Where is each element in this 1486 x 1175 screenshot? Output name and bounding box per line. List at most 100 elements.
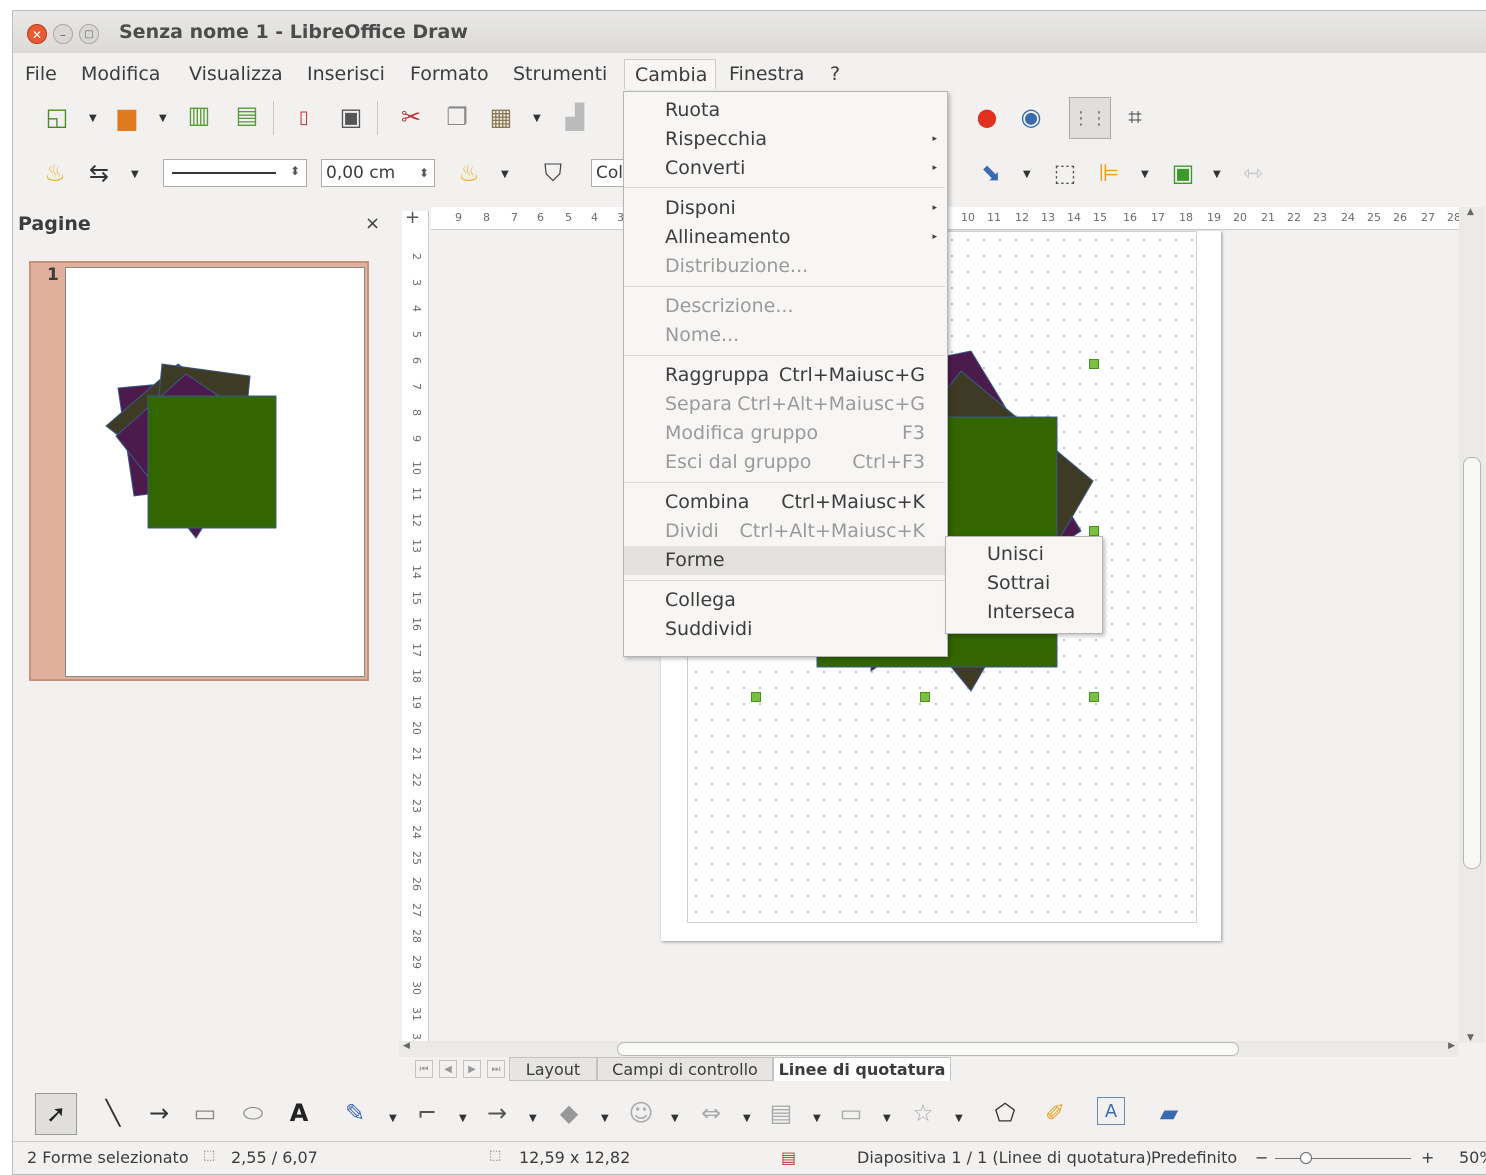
scroll-up-icon[interactable]: ▲ — [1467, 207, 1474, 217]
arrow-style-icon[interactable]: ⇆ — [83, 157, 115, 189]
submenu-item-sottrai[interactable]: Sottrai — [987, 569, 1050, 598]
symbol-dropdown-icon[interactable]: ▼ — [671, 1113, 679, 1124]
fontwork-icon[interactable]: A — [1097, 1097, 1125, 1125]
export-pdf-icon[interactable]: ▯ — [288, 101, 320, 133]
menu-item-nome[interactable]: Nome... — [624, 321, 945, 350]
selection-handle[interactable] — [1089, 526, 1099, 536]
menu-item-dividi[interactable]: Dividi Ctrl+Alt+Maiusc+K — [624, 517, 945, 546]
prev-tab-icon[interactable]: ◀ — [439, 1060, 457, 1078]
block-arrows-dropdown-icon[interactable]: ▼ — [743, 1113, 751, 1124]
selection-handle[interactable] — [920, 692, 930, 702]
points-icon[interactable]: ⬠ — [989, 1097, 1021, 1129]
basic-shapes-icon[interactable]: ◆ — [553, 1097, 585, 1129]
spin-icon[interactable]: ⬍ — [419, 160, 429, 186]
stars-dropdown-icon[interactable]: ▼ — [955, 1113, 963, 1124]
horizontal-scrollbar[interactable]: ◀ ▶ — [399, 1041, 1459, 1057]
last-tab-icon[interactable]: ⏭ — [487, 1060, 505, 1078]
connector-tool-icon[interactable]: ⌐ — [411, 1097, 443, 1129]
callouts-dropdown-icon[interactable]: ▼ — [883, 1113, 891, 1124]
lines-arrows-icon[interactable]: → — [481, 1097, 513, 1129]
gallery-icon[interactable]: ◉ — [1015, 101, 1047, 133]
close-window-button[interactable]: ✕ — [27, 24, 47, 44]
align-dropdown-icon[interactable]: ▼ — [1141, 169, 1149, 180]
ellipse-tool-icon[interactable]: ⬭ — [237, 1097, 269, 1129]
slide-thumbnail[interactable]: 1 — [29, 261, 369, 681]
menu-formato[interactable]: Formato — [400, 59, 499, 89]
zoom-in-button[interactable]: + — [1421, 1148, 1434, 1167]
vertical-scrollbar[interactable]: ▲ ▼ — [1459, 207, 1485, 1043]
scroll-down-icon[interactable]: ▼ — [1467, 1033, 1474, 1043]
zoom-out-button[interactable]: − — [1255, 1148, 1268, 1167]
new-dropdown-icon[interactable]: ▼ — [89, 113, 97, 124]
menu-item-esci-dal-gruppo[interactable]: Esci dal gruppo Ctrl+F3 — [624, 448, 945, 477]
connector-dropdown-icon[interactable]: ▼ — [459, 1113, 467, 1124]
menu-help[interactable]: ? — [820, 59, 850, 89]
align-icon[interactable]: ⊫ — [1093, 157, 1125, 189]
line-style-icon[interactable]: ♨ — [39, 157, 71, 189]
curve-dropdown-icon[interactable]: ▼ — [389, 1113, 397, 1124]
selection-handle[interactable] — [1089, 692, 1099, 702]
menu-item-ruota[interactable]: Ruota — [624, 96, 945, 125]
vertical-ruler[interactable]: 2 3 4 5 6 7 8 9 10 11 12 13 14 15 16 17 18 19 20 21 22 23 24 25… — [402, 211, 429, 1047]
menu-item-raggruppa[interactable]: Raggruppa Ctrl+Maiusc+G — [624, 361, 945, 390]
submenu-item-interseca[interactable]: Interseca — [987, 598, 1075, 627]
arrange-dropdown-icon[interactable]: ▼ — [1213, 169, 1221, 180]
line-color-dropdown-icon[interactable]: ▼ — [501, 169, 509, 180]
menu-item-allineamento[interactable]: Allineamento ▸ — [624, 223, 945, 252]
cut-icon[interactable]: ✂ — [395, 101, 427, 133]
menu-item-combina[interactable]: Combina Ctrl+Maiusc+K — [624, 488, 945, 517]
stars-icon[interactable]: ☆ — [907, 1097, 939, 1129]
line-tool-icon[interactable]: ╲ — [97, 1097, 129, 1129]
block-arrows-icon[interactable]: ⇔ — [695, 1097, 727, 1129]
menu-item-descrizione[interactable]: Descrizione... — [624, 292, 945, 321]
line-arrow-tool-icon[interactable]: → — [143, 1097, 175, 1129]
line-width-field[interactable]: 0,00 cm ⬍ — [321, 159, 435, 187]
paste-icon[interactable]: ▦ — [485, 101, 517, 133]
menu-item-modifica-gruppo[interactable]: Modifica gruppo F3 — [624, 419, 945, 448]
menu-item-forme[interactable]: Forme — [624, 546, 945, 575]
menu-item-disponi[interactable]: Disponi ▸ — [624, 194, 945, 223]
area-style-icon[interactable]: ⛉ — [537, 157, 569, 189]
ruler-origin-icon[interactable]: + — [405, 207, 420, 228]
scroll-left-icon[interactable]: ◀ — [403, 1041, 410, 1051]
arrow-dropdown-icon[interactable]: ▼ — [131, 169, 139, 180]
zoom-slider-knob[interactable] — [1300, 1152, 1312, 1164]
vertical-scroll-thumb[interactable] — [1463, 457, 1481, 869]
next-tab-icon[interactable]: ▶ — [463, 1060, 481, 1078]
menu-cambia[interactable]: Cambia — [624, 59, 716, 89]
menu-item-suddividi[interactable]: Suddividi — [624, 615, 945, 644]
menu-item-separa[interactable]: Separa Ctrl+Alt+Maiusc+G — [624, 390, 945, 419]
symbol-shapes-icon[interactable]: ☺ — [625, 1097, 657, 1129]
menu-item-collega[interactable]: Collega — [624, 586, 945, 615]
selection-handle[interactable] — [751, 692, 761, 702]
distribute-icon[interactable]: ⇿ — [1237, 157, 1269, 189]
zoom-level[interactable]: 50% — [1459, 1148, 1486, 1167]
document-modified-icon[interactable]: ▤ — [781, 1148, 796, 1167]
first-tab-icon[interactable]: ⏮ — [415, 1060, 433, 1078]
rectangle-tool-icon[interactable]: ▭ — [189, 1097, 221, 1129]
scroll-right-icon[interactable]: ▶ — [1448, 1041, 1455, 1051]
save-as-icon[interactable]: ▤ — [231, 99, 263, 131]
new-icon[interactable]: ◱ — [41, 101, 73, 133]
menu-file[interactable]: File — [15, 59, 67, 89]
chart-icon[interactable]: ● — [971, 101, 1003, 133]
rotate-icon[interactable]: ⬊ — [975, 157, 1007, 189]
arrange-icon[interactable]: ▣ — [1167, 157, 1199, 189]
menu-inserisci[interactable]: Inserisci — [297, 59, 395, 89]
menu-strumenti[interactable]: Strumenti — [503, 59, 617, 89]
curve-tool-icon[interactable]: ✎ — [339, 1097, 371, 1129]
tab-linee-di-quotatura[interactable]: Linee di quotatura — [773, 1057, 951, 1081]
submenu-item-unisci[interactable]: Unisci — [987, 540, 1044, 569]
callouts-icon[interactable]: ▭ — [835, 1097, 867, 1129]
menu-visualizza[interactable]: Visualizza — [179, 59, 293, 89]
select-arrow-icon[interactable]: ➚ — [35, 1093, 77, 1135]
grid-icon[interactable]: ⋮⋮ — [1069, 97, 1111, 139]
horizontal-scroll-thumb[interactable] — [617, 1042, 1239, 1056]
flowchart-dropdown-icon[interactable]: ▼ — [813, 1113, 821, 1124]
menu-finestra[interactable]: Finestra — [719, 59, 814, 89]
horizontal-ruler[interactable]: 9 8 7 6 5 4 3 10 11 12 13 14 15 16 17 18 19 20 21 22 23 24 25 2… — [431, 207, 1467, 230]
clone-formatting-icon[interactable]: ▟ — [559, 101, 591, 133]
basic-shapes-dropdown-icon[interactable]: ▼ — [601, 1113, 609, 1124]
minimize-window-button[interactable]: – — [53, 24, 73, 44]
line-color-icon[interactable]: ♨ — [453, 157, 485, 189]
